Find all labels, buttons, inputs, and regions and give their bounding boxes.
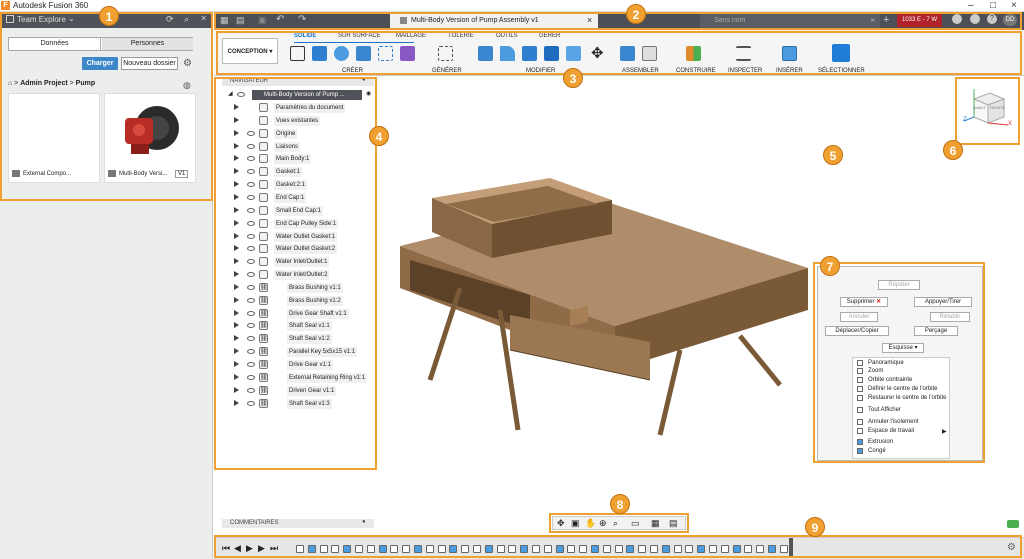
callout-6: 6 bbox=[943, 140, 963, 160]
highlight-data-panel bbox=[0, 12, 213, 201]
title-bar: F Autodesk Fusion 360 – □ × bbox=[0, 0, 1024, 12]
fusion-logo-icon: F bbox=[1, 1, 10, 10]
app-title: Autodesk Fusion 360 bbox=[13, 1, 89, 10]
callout-1: 1 bbox=[99, 6, 119, 26]
comment-bubble-icon[interactable] bbox=[1007, 520, 1019, 528]
highlight-timeline bbox=[214, 535, 1022, 558]
comments-title: COMMENTAIRES bbox=[230, 520, 279, 526]
highlight-context-menu bbox=[813, 262, 985, 463]
callout-3: 3 bbox=[563, 68, 583, 88]
highlight-browser bbox=[214, 77, 377, 470]
callout-2: 2 bbox=[626, 4, 646, 24]
highlight-doc-bar bbox=[214, 12, 1022, 30]
maximize-button[interactable]: □ bbox=[990, 0, 996, 11]
highlight-ribbon bbox=[216, 31, 1022, 75]
highlight-navbar bbox=[549, 513, 689, 533]
minimize-button[interactable]: – bbox=[968, 0, 974, 11]
callout-9: 9 bbox=[805, 517, 825, 537]
close-button[interactable]: × bbox=[1011, 0, 1017, 11]
comments-header: COMMENTAIRES ● bbox=[222, 519, 374, 528]
highlight-viewcube bbox=[955, 77, 1020, 145]
table-model[interactable] bbox=[380, 170, 820, 450]
callout-5: 5 bbox=[823, 145, 843, 165]
callout-8: 8 bbox=[610, 494, 630, 514]
add-comment-icon[interactable]: ● bbox=[362, 519, 366, 525]
callout-7: 7 bbox=[820, 256, 840, 276]
callout-4: 4 bbox=[369, 126, 389, 146]
